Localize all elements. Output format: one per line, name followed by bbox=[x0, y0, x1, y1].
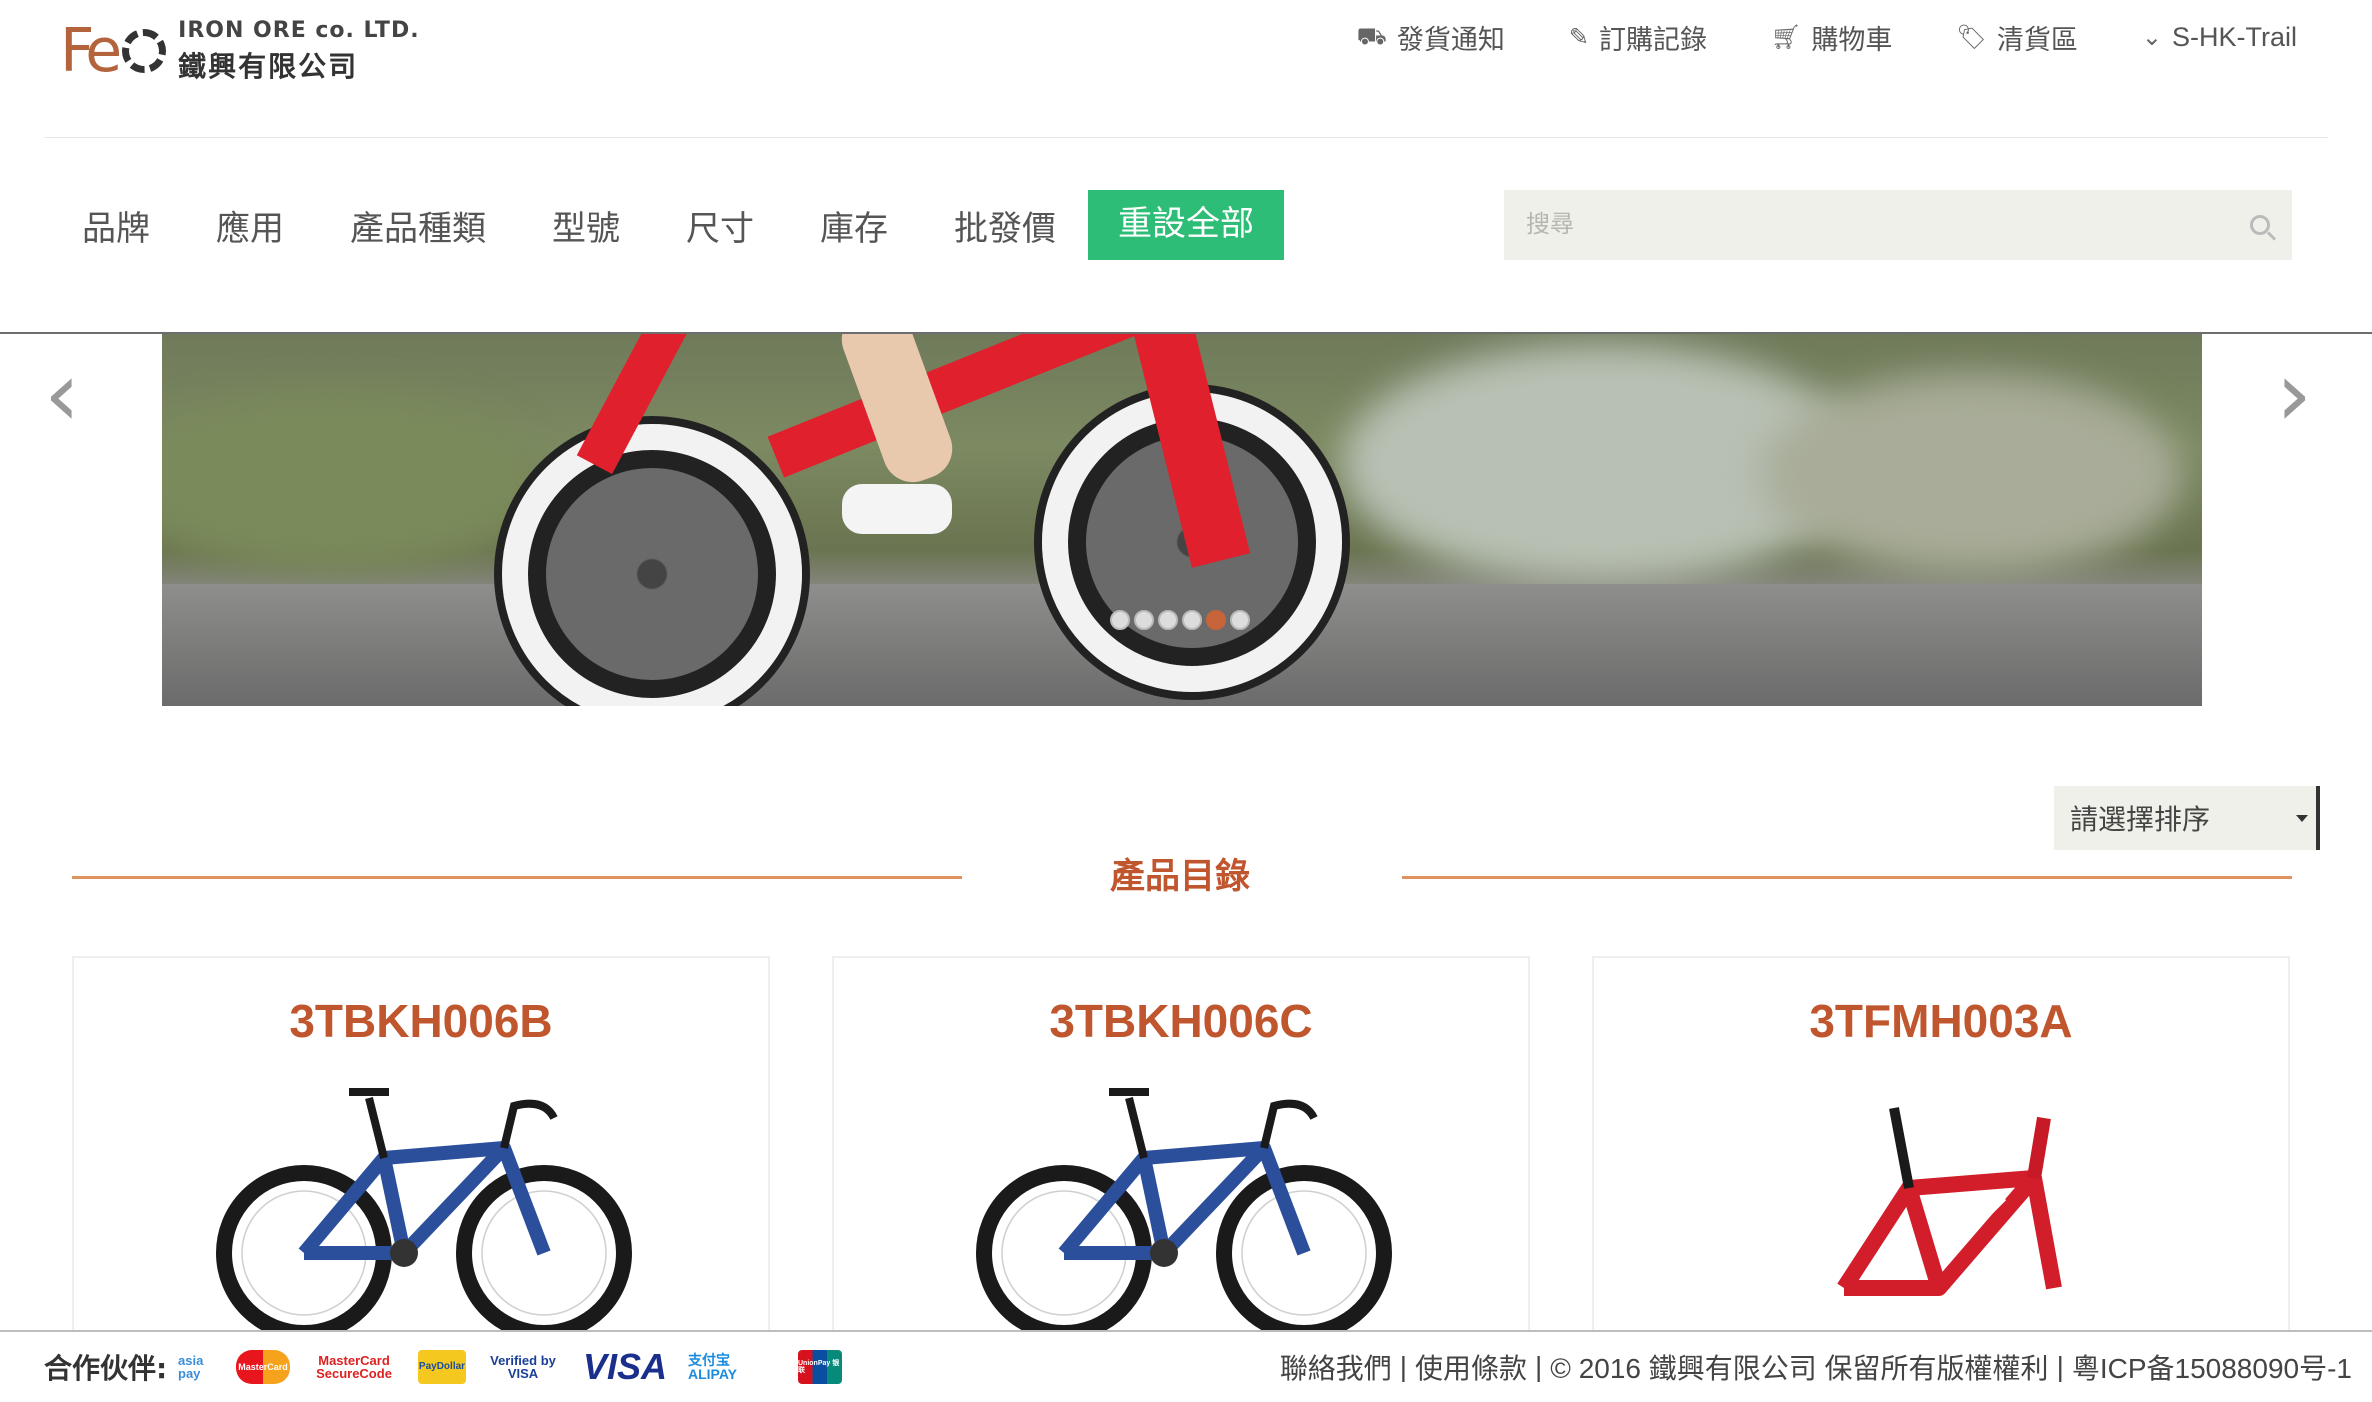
chevron-down-icon: ⌄ bbox=[2141, 24, 2162, 51]
search-icon[interactable] bbox=[2250, 215, 2270, 235]
product-image-road-bike bbox=[216, 1088, 632, 1334]
footer-separator: | bbox=[1399, 1351, 1407, 1382]
account-name: S-HK-Trail bbox=[2172, 22, 2297, 52]
footer-link-terms[interactable]: 使用條款 bbox=[1415, 1347, 1527, 1387]
product-code: 3TFMH003A bbox=[1809, 995, 2073, 1047]
carousel-prev-arrow[interactable]: ‹ bbox=[44, 350, 80, 440]
footer-icp-license[interactable]: 粵ICP备15088090号-1 bbox=[2072, 1347, 2352, 1387]
top-link-clearance[interactable]: 🏷︎ 清貨區 bbox=[1956, 18, 2077, 57]
filter-brand[interactable]: 品牌 bbox=[82, 201, 150, 250]
top-nav: ⛟ 發貨通知 ✎ 訂購記錄 🛒︎ 購物車 🏷︎ 清貨區 ⌄ S-HK-Trail bbox=[1357, 18, 2297, 57]
tag-icon: 🏷︎ bbox=[1956, 24, 1987, 51]
company-name-zh: 鐵興有限公司 bbox=[178, 49, 359, 83]
top-link-shipping-notice[interactable]: ⛟ 發貨通知 bbox=[1357, 18, 1505, 57]
paydollar-logo: PayDollar bbox=[418, 1350, 466, 1384]
product-code: 3TBKH006B bbox=[289, 995, 553, 1047]
filter-wholesale-price[interactable]: 批發價 bbox=[954, 201, 1056, 250]
filter-product-type[interactable]: 產品種類 bbox=[350, 201, 486, 250]
banner-background-shrub bbox=[1762, 374, 2182, 574]
top-link-label: 購物車 bbox=[1811, 25, 1893, 55]
product-card[interactable]: 3TBKH006B bbox=[72, 956, 770, 1336]
carousel-dot[interactable] bbox=[1230, 610, 1250, 630]
sort-select[interactable]: 請選擇排序 bbox=[2054, 786, 2320, 850]
site-footer: 合作伙伴: asia pay MasterCard MasterCard Sec… bbox=[0, 1330, 2372, 1402]
footer-copyright: © 2016 鐵興有限公司 保留所有版權權利 bbox=[1550, 1353, 2049, 1384]
carousel-dot[interactable] bbox=[1110, 610, 1130, 630]
footer-separator: | bbox=[1535, 1351, 1543, 1382]
product-image-road-bike bbox=[976, 1088, 1392, 1334]
cart-icon: 🛒︎ bbox=[1770, 24, 1802, 51]
reset-all-button[interactable]: 重設全部 bbox=[1088, 190, 1284, 260]
footer-links: 聯絡我們 | 使用條款 | © 2016 鐵興有限公司 保留所有版權權利 | 粵… bbox=[1280, 1347, 2352, 1387]
logo-text: IRON ORE co. LTD. 鐵興有限公司 bbox=[178, 18, 419, 85]
logo-ring-icon bbox=[122, 29, 167, 73]
carousel-dot[interactable] bbox=[1182, 610, 1202, 630]
top-link-label: 訂購記錄 bbox=[1598, 25, 1707, 55]
banner-rider-shoe bbox=[842, 484, 952, 534]
section-line-right bbox=[1402, 876, 2292, 879]
partners-label: 合作伙伴: bbox=[44, 1352, 168, 1385]
caret-down-icon bbox=[2296, 814, 2308, 822]
product-card[interactable]: 3TBKH006C bbox=[832, 956, 1530, 1336]
unionpay-logo: UnionPay 银联 bbox=[798, 1350, 842, 1384]
truck-icon: ⛟ bbox=[1356, 22, 1387, 50]
product-card[interactable]: 3TFMH003A bbox=[1592, 956, 2290, 1336]
site-logo[interactable]: Fe IRON ORE co. LTD. 鐵興有限公司 bbox=[60, 16, 420, 86]
visa-logo: VISA bbox=[582, 1346, 668, 1387]
section-line-left bbox=[72, 876, 962, 879]
top-link-order-history[interactable]: ✎ 訂購記錄 bbox=[1569, 18, 1707, 57]
filter-application[interactable]: 應用 bbox=[216, 201, 284, 250]
filter-size[interactable]: 尺寸 bbox=[686, 201, 754, 250]
verified-by-visa-logo: Verified by VISA bbox=[490, 1353, 556, 1381]
top-link-account[interactable]: ⌄ S-HK-Trail bbox=[2142, 18, 2297, 57]
company-name-en: IRON ORE co. LTD. bbox=[178, 17, 420, 43]
top-link-cart[interactable]: 🛒︎ 購物車 bbox=[1771, 18, 1892, 57]
carousel-dot[interactable] bbox=[1158, 610, 1178, 630]
sort-selected-value: 請選擇排序 bbox=[2070, 804, 2211, 835]
asiapay-logo: asia pay bbox=[178, 1353, 204, 1381]
carousel-dot[interactable] bbox=[1134, 610, 1154, 630]
banner-background-shrub bbox=[162, 394, 542, 574]
footer-separator: | bbox=[2056, 1351, 2064, 1382]
alipay-logo: 支付宝 ALIPAY bbox=[688, 1352, 738, 1382]
carousel-indicators bbox=[1110, 610, 1250, 630]
mastercard-logo: MasterCard bbox=[236, 1350, 290, 1384]
logo-mark: Fe bbox=[60, 16, 122, 86]
filter-bar: 品牌 應用 產品種類 型號 尺寸 庫存 批發價 重設全部 bbox=[82, 190, 1284, 260]
mastercard-securecode-logo: MasterCard SecureCode bbox=[316, 1353, 392, 1381]
payment-partners: asia pay MasterCard MasterCard SecureCod… bbox=[178, 1346, 842, 1387]
product-code: 3TBKH006C bbox=[1049, 995, 1313, 1047]
product-image-frame bbox=[1837, 1107, 2062, 1296]
banner-bike-rear-wheel bbox=[502, 424, 802, 706]
search-input[interactable] bbox=[1526, 211, 2206, 239]
top-link-label: 發貨通知 bbox=[1396, 25, 1505, 55]
header-divider bbox=[44, 137, 2328, 138]
footer-link-contact[interactable]: 聯絡我們 bbox=[1280, 1347, 1392, 1387]
section-title: 產品目錄 bbox=[1110, 857, 1251, 897]
filter-model[interactable]: 型號 bbox=[552, 201, 620, 250]
filter-stock[interactable]: 庫存 bbox=[820, 201, 888, 250]
top-link-label: 清貨區 bbox=[1996, 25, 2078, 55]
carousel-next-arrow[interactable]: › bbox=[2276, 350, 2312, 440]
edit-icon: ✎ bbox=[1568, 24, 1589, 51]
hero-banner-image bbox=[162, 334, 2202, 706]
carousel-dot-active[interactable] bbox=[1206, 610, 1226, 630]
search-box bbox=[1504, 190, 2292, 260]
